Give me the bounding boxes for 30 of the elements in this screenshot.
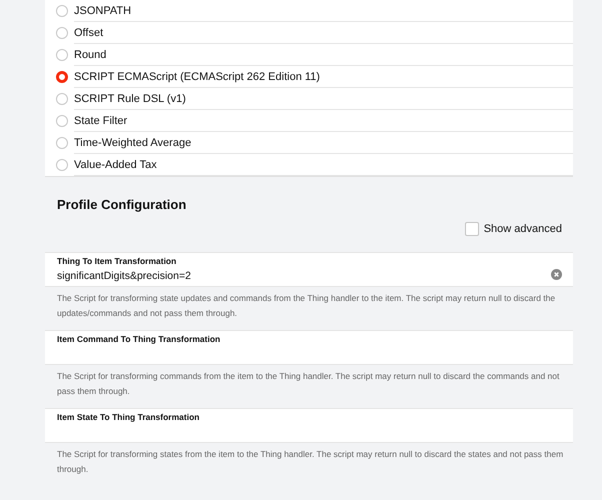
section-title: Profile Configuration — [57, 197, 188, 212]
radio-button[interactable] — [56, 159, 68, 171]
transformation-option[interactable]: JSONPATH — [74, 4, 132, 16]
radio-button[interactable] — [56, 93, 68, 105]
radio-button[interactable] — [56, 5, 68, 17]
show-advanced-checkbox[interactable] — [464, 222, 479, 236]
field-description: The Script for transforming state updates and commands from the Thing handler to the item. The script may return null to discard the updates/commands and not pass them through. — [57, 292, 556, 320]
input-field[interactable]: Item State To Thing Transformation — [45, 408, 573, 443]
radio-button[interactable] — [56, 71, 68, 83]
clear-icon[interactable] — [551, 269, 562, 280]
transformation-option[interactable]: SCRIPT Rule DSL (v1) — [74, 92, 186, 104]
field-description: The Script for transforming commands from the item to the Thing handler. The script may return null to discard the commands and not pass them through. — [57, 370, 560, 398]
field-label: Item Command To Thing Transformation — [57, 334, 222, 344]
field-label: Item State To Thing Transformation — [57, 412, 200, 422]
radio-button[interactable] — [56, 27, 68, 39]
checkbox-label: Show advanced — [484, 223, 562, 235]
input-field[interactable]: Item Command To Thing Transformation — [45, 330, 573, 365]
radio-button[interactable] — [56, 49, 68, 61]
transformation-option[interactable]: Time-Weighted Average — [74, 136, 192, 148]
field-label: Thing To Item Transformation — [57, 256, 178, 266]
input-field[interactable]: Thing To Item Transformation significantDigits&precision=2 — [45, 252, 573, 287]
transformation-option[interactable]: Offset — [74, 26, 104, 38]
radio-button[interactable] — [56, 137, 68, 149]
transformation-option[interactable]: Value-Added Tax — [74, 158, 157, 170]
transformation-option[interactable]: SCRIPT ECMAScript (ECMAScript 262 Edition 11) — [74, 70, 320, 82]
field-value: significantDigits&precision=2 — [57, 270, 191, 282]
transformation-option[interactable]: Round — [74, 48, 106, 60]
radio-button[interactable] — [56, 115, 68, 127]
transformation-option[interactable]: State Filter — [74, 114, 128, 126]
field-description: The Script for transforming states from the item to the Thing handler. The script may return null to discard the states and not pass them through. — [57, 448, 564, 476]
